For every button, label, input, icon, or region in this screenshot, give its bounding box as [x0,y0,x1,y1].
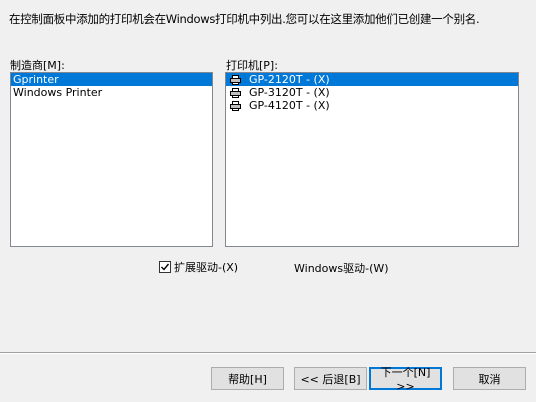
footer-divider [0,352,536,354]
manufacturer-item[interactable]: Windows Printer [11,86,212,99]
printer-icon [230,100,241,111]
printer-item[interactable]: GP-3120T - (X) [226,86,518,99]
description-text: 在控制面板中添加的打印机会在Windows打印机中列出.您可以在这里添加他们已创… [9,12,480,26]
cancel-button[interactable]: 取消 [453,367,526,390]
windows-driver-option[interactable]: Windows驱动-(W) [294,260,389,276]
back-button[interactable]: << 后退[B] [294,367,367,390]
printer-item[interactable]: GP-4120T - (X) [226,99,518,112]
manufacturer-item[interactable]: Gprinter [11,73,212,86]
checkmark-icon [161,263,170,271]
help-button[interactable]: 帮助[H] [211,367,284,390]
extended-driver-checkbox[interactable]: 扩展驱动-(X) [159,259,238,275]
printer-item-label: GP-3120T - (X) [249,86,330,99]
printer-listbox[interactable]: GP-2120T - (X) GP-3120T - (X) GP-4120T -… [225,72,519,247]
printer-item-label: GP-4120T - (X) [249,99,330,112]
extended-driver-label: 扩展驱动-(X) [174,261,239,274]
manufacturer-item-label: Windows Printer [13,86,103,99]
printer-icon [230,87,241,98]
checkbox-box[interactable] [159,261,171,273]
manufacturer-label: 制造商[M]: [10,59,65,72]
printer-icon [230,74,241,85]
next-button[interactable]: 下一个[N] >> [369,366,442,393]
manufacturer-listbox[interactable]: Gprinter Windows Printer [10,72,213,247]
printer-item-label: GP-2120T - (X) [249,73,330,86]
manufacturer-item-label: Gprinter [13,73,59,86]
printer-item[interactable]: GP-2120T - (X) [226,73,518,86]
printer-label: 打印机[P]: [226,59,278,72]
